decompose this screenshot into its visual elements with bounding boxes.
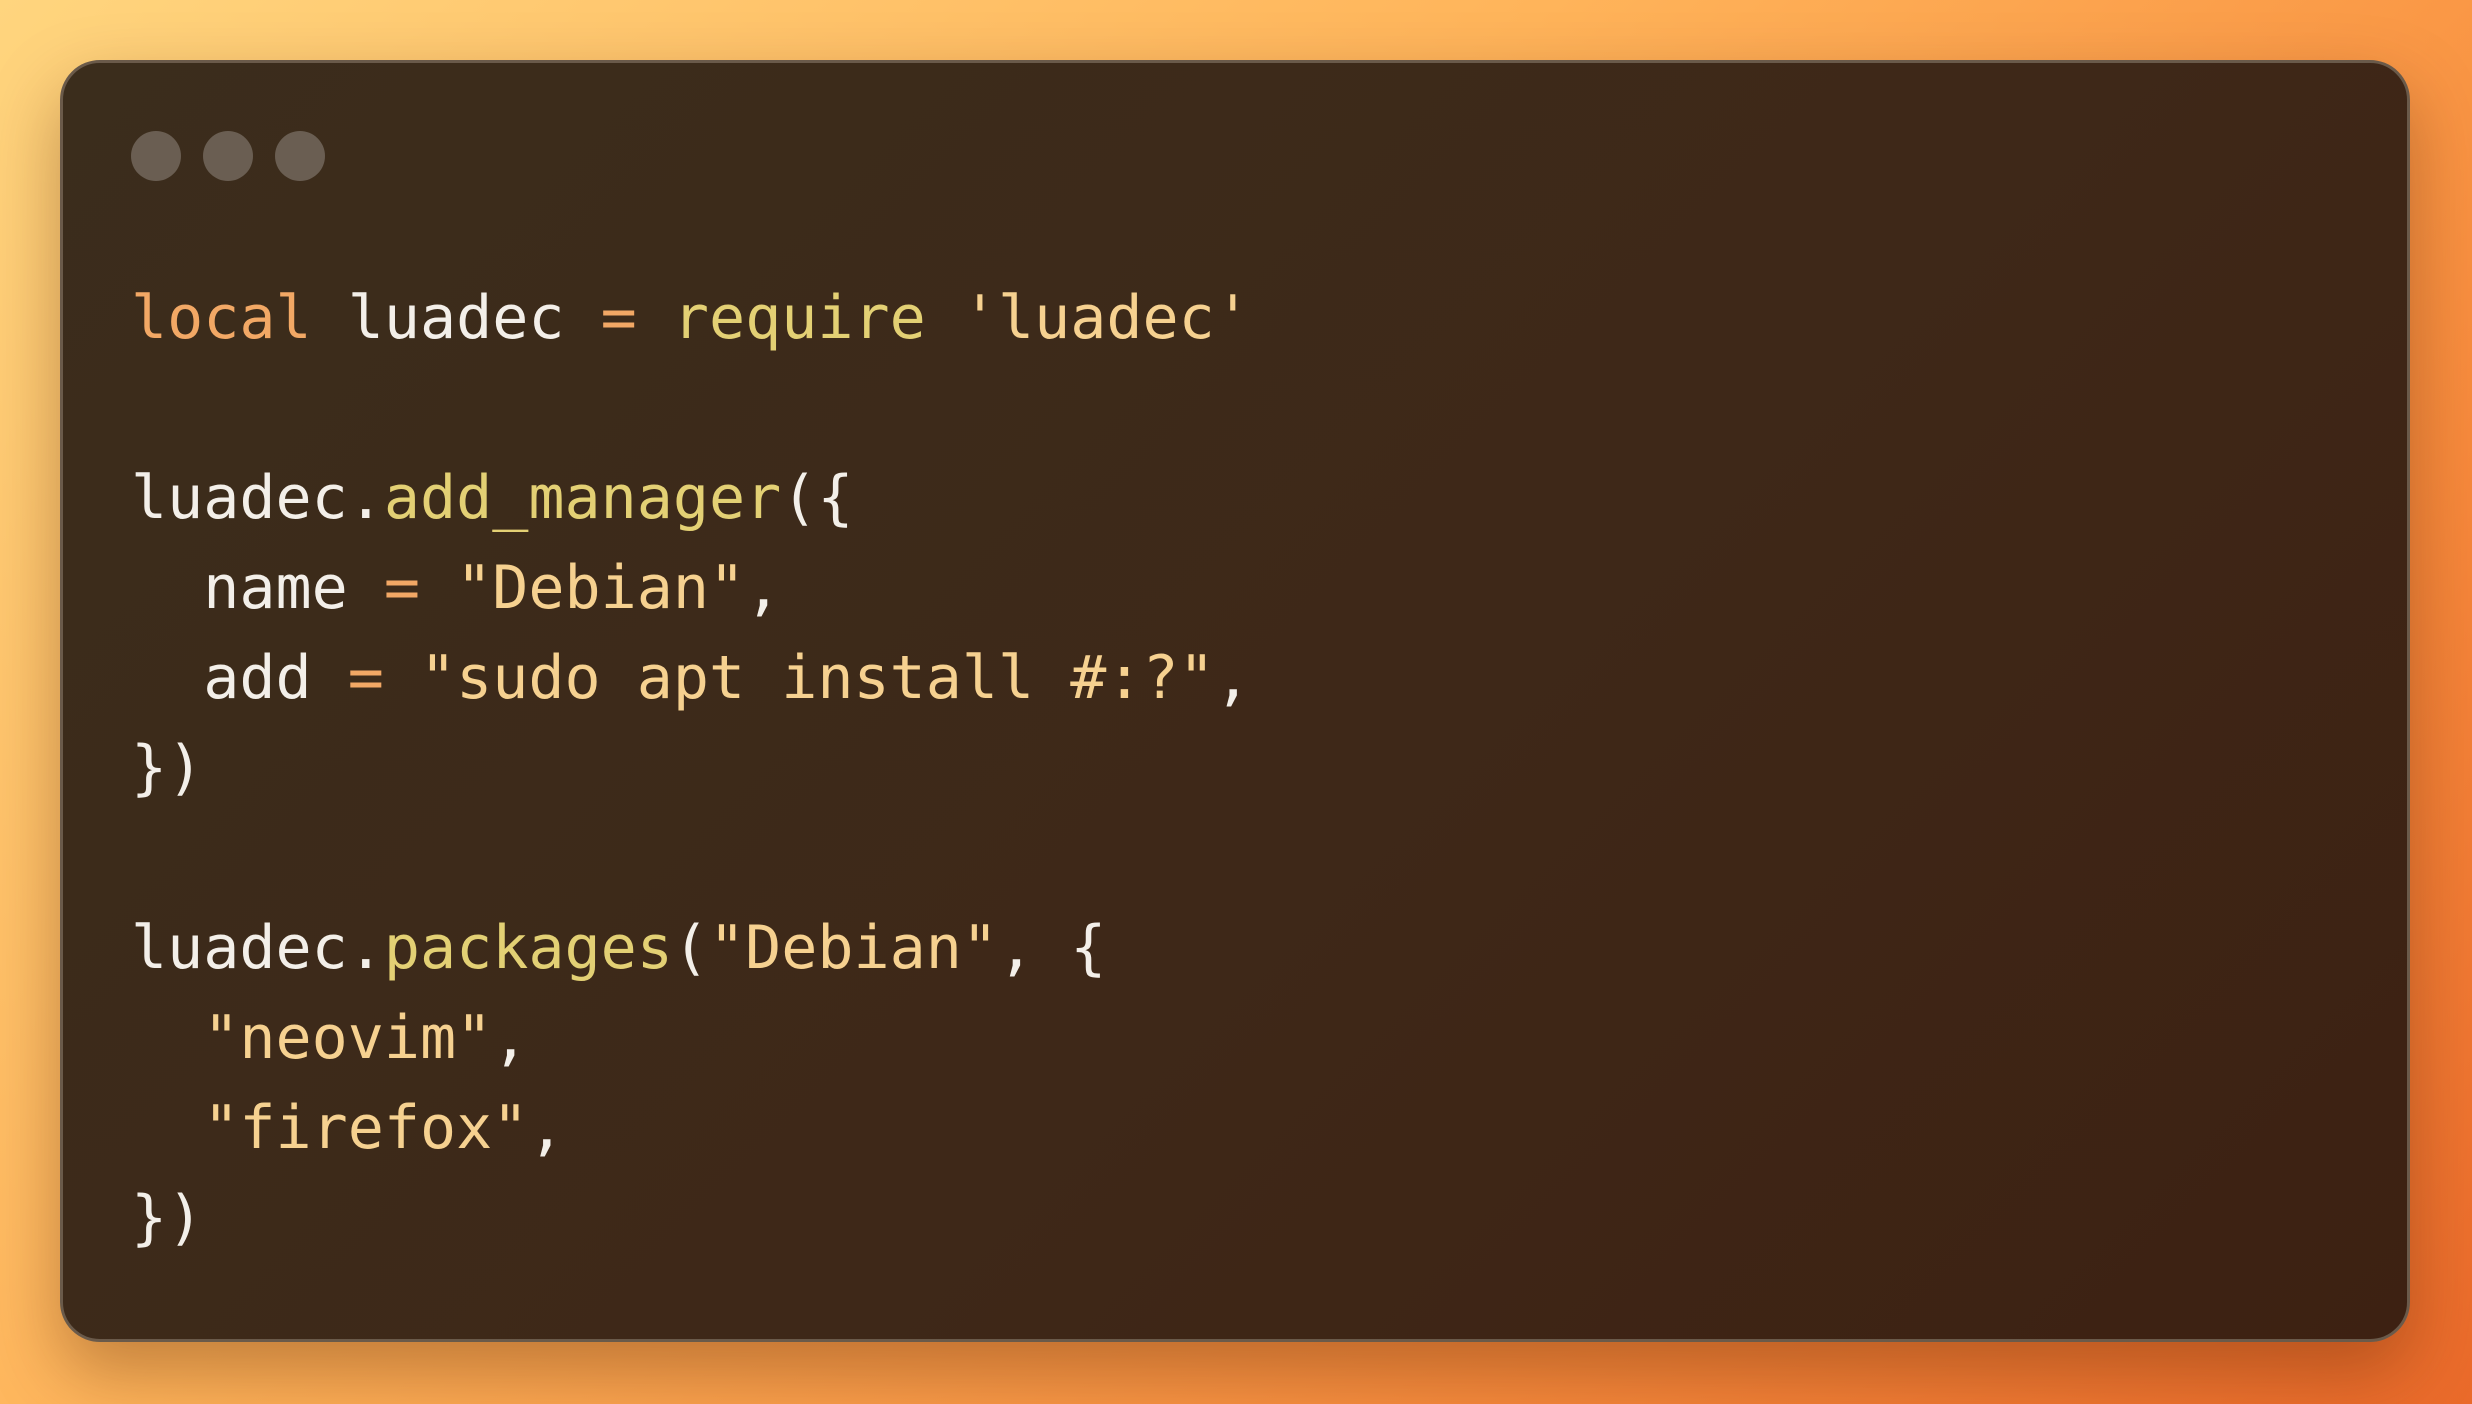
code-line: luadec.add_manager({ <box>131 453 1251 543</box>
window-controls <box>131 131 325 181</box>
code-token-punct: }) <box>131 1183 204 1253</box>
code-line: add = "sudo apt install #:?", <box>131 633 1251 723</box>
window-dot-2 <box>203 131 253 181</box>
code-token-punct <box>565 283 601 353</box>
code-token-punct <box>131 553 203 623</box>
code-line: name = "Debian", <box>131 543 1251 633</box>
code-token-keyword: local <box>131 283 312 353</box>
window-dot-3 <box>275 131 325 181</box>
code-token-punct <box>131 1003 203 1073</box>
code-token-punct <box>131 643 203 713</box>
code-token-punct <box>312 643 348 713</box>
code-token-string: "neovim" <box>203 1003 493 1073</box>
code-token-ident: add <box>203 643 312 713</box>
code-token-ident: name <box>203 553 348 623</box>
code-token-punct: . <box>347 913 384 983</box>
code-line: }) <box>131 723 1251 813</box>
code-token-ident: luadec <box>347 283 565 353</box>
code-line: }) <box>131 1173 1251 1263</box>
code-line: "firefox", <box>131 1083 1251 1173</box>
code-token-string: 'luadec' <box>961 283 1251 353</box>
code-token-func: add_manager <box>383 463 782 533</box>
code-token-punct <box>420 553 456 623</box>
code-token-punct: , { <box>997 913 1107 983</box>
code-token-punct: ( <box>672 913 709 983</box>
code-token-op: = <box>600 283 637 353</box>
code-block: local luadec = require 'luadec' luadec.ad… <box>131 273 1251 1263</box>
code-token-punct <box>926 283 962 353</box>
code-token-string: "Debian" <box>708 913 998 983</box>
code-token-punct: , <box>492 1003 529 1073</box>
code-token-punct <box>312 283 348 353</box>
code-token-punct <box>131 1093 203 1163</box>
code-line: luadec.packages("Debian", { <box>131 903 1251 993</box>
window-dot-1 <box>131 131 181 181</box>
code-token-punct: ({ <box>781 463 854 533</box>
code-token-ident: luadec <box>131 463 348 533</box>
code-line: "neovim", <box>131 993 1251 1083</box>
code-token-punct <box>348 553 384 623</box>
code-window: local luadec = require 'luadec' luadec.ad… <box>60 60 2410 1342</box>
code-token-string: "sudo apt install #:?" <box>420 643 1215 713</box>
code-token-func: packages <box>383 913 673 983</box>
code-token-ident: luadec <box>131 913 348 983</box>
code-token-punct <box>384 643 420 713</box>
code-token-string: "firefox" <box>203 1093 529 1163</box>
code-token-punct: , <box>528 1093 565 1163</box>
code-token-op: = <box>383 553 420 623</box>
code-line: local luadec = require 'luadec' <box>131 273 1251 363</box>
code-token-string: "Debian" <box>456 553 746 623</box>
code-token-punct <box>637 283 673 353</box>
code-token-punct: , <box>745 553 782 623</box>
code-token-punct: }) <box>131 733 204 803</box>
code-token-punct: . <box>347 463 384 533</box>
code-token-punct: , <box>1214 643 1251 713</box>
code-token-op: = <box>347 643 384 713</box>
code-token-func: require <box>672 283 926 353</box>
